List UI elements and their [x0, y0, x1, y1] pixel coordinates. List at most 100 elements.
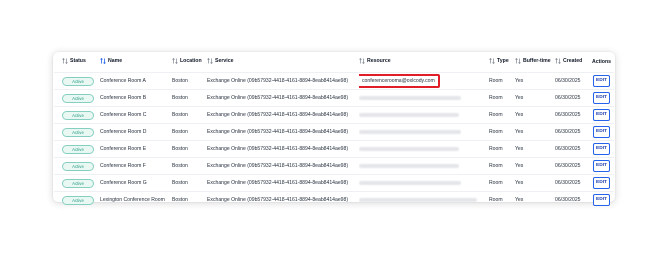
resource-email: conferencerooma@oxlcody.com — [362, 78, 435, 84]
status-badge: Active — [62, 144, 94, 154]
actions-header-label: Actions — [591, 59, 612, 65]
sort-icon[interactable] — [62, 58, 68, 64]
sort-icon[interactable] — [207, 58, 213, 64]
name-cell: Lexington Conference Room — [100, 191, 172, 208]
actions-cell: EDIT — [589, 157, 614, 175]
service-cell: Exchange Online (09b57932-4418-4161-8894… — [207, 89, 359, 107]
buffer-time-cell: Yes — [515, 106, 555, 124]
status-cell: Active — [54, 191, 100, 208]
location-cell: Boston — [172, 191, 207, 208]
resource-cell — [359, 89, 489, 107]
service-cell: Exchange Online (09b57932-4418-4161-8894… — [207, 106, 359, 124]
name-cell: Conference Room D — [100, 123, 172, 141]
name-cell: Conference Room A — [100, 72, 172, 90]
buffer-time-cell: Yes — [515, 72, 555, 90]
created-cell: 06/30/2025 — [555, 157, 589, 175]
actions-cell: EDIT — [589, 191, 614, 208]
resource-cell: conferencerooma@oxlcody.com — [359, 72, 489, 90]
column-header-service[interactable]: Service — [207, 52, 359, 73]
edit-button[interactable]: EDIT — [593, 75, 610, 87]
status-header-label: Status — [70, 58, 86, 64]
resources-table: Status Name Location Service Resource Ty… — [54, 52, 614, 208]
type-header-label: Type — [497, 58, 509, 64]
resource-header-label: Resource — [367, 58, 391, 64]
status-badge: Active — [62, 178, 94, 188]
buffer-time-cell: Yes — [515, 157, 555, 175]
table-row[interactable]: Active Conference Room C Boston Exchange… — [54, 106, 614, 124]
redacted-resource — [359, 197, 477, 202]
type-cell: Room — [489, 72, 515, 90]
buffer-time-cell: Yes — [515, 123, 555, 141]
resource-cell — [359, 174, 489, 192]
location-cell: Boston — [172, 174, 207, 192]
edit-button[interactable]: EDIT — [593, 143, 610, 155]
sort-icon[interactable] — [515, 58, 521, 64]
column-header-buffer-time[interactable]: Buffer-time — [515, 52, 555, 73]
location-cell: Boston — [172, 123, 207, 141]
actions-cell: EDIT — [589, 174, 614, 192]
redacted-resource — [359, 129, 461, 134]
table-row[interactable]: Active Conference Room E Boston Exchange… — [54, 140, 614, 158]
type-cell: Room — [489, 191, 515, 208]
service-cell: Exchange Online (09b57932-4418-4161-8894… — [207, 191, 359, 208]
table-row[interactable]: Active Conference Room D Boston Exchange… — [54, 123, 614, 141]
service-cell: Exchange Online (09b57932-4418-4161-8894… — [207, 157, 359, 175]
table-row[interactable]: Active Lexington Conference Room Boston … — [54, 191, 614, 208]
table-row[interactable]: Active Conference Room B Boston Exchange… — [54, 89, 614, 107]
location-cell: Boston — [172, 140, 207, 158]
sort-icon[interactable] — [555, 58, 561, 64]
sort-icon[interactable] — [172, 58, 178, 64]
created-cell: 06/30/2025 — [555, 123, 589, 141]
column-header-created[interactable]: Created — [555, 52, 589, 73]
actions-cell: EDIT — [589, 72, 614, 90]
status-badge: Active — [62, 93, 94, 103]
name-cell: Conference Room E — [100, 140, 172, 158]
sort-icon[interactable] — [489, 58, 495, 64]
actions-cell: EDIT — [589, 123, 614, 141]
column-header-resource[interactable]: Resource — [359, 52, 489, 73]
created-header-label: Created — [563, 58, 583, 64]
redacted-resource — [359, 112, 459, 117]
service-cell: Exchange Online (09b57932-4418-4161-8894… — [207, 140, 359, 158]
buffer-time-header-label: Buffer-time — [523, 58, 551, 64]
status-cell: Active — [54, 89, 100, 107]
column-header-name[interactable]: Name — [100, 52, 172, 73]
type-cell: Room — [489, 123, 515, 141]
resource-cell — [359, 123, 489, 141]
sort-ascending-icon[interactable] — [100, 58, 106, 64]
edit-button[interactable]: EDIT — [593, 177, 610, 189]
edit-button[interactable]: EDIT — [593, 194, 610, 206]
status-cell: Active — [54, 174, 100, 192]
column-header-location[interactable]: Location — [172, 52, 207, 73]
created-cell: 06/30/2025 — [555, 174, 589, 192]
redacted-resource — [359, 95, 461, 100]
redacted-resource — [359, 146, 459, 151]
actions-cell: EDIT — [589, 106, 614, 124]
created-cell: 06/30/2025 — [555, 191, 589, 208]
location-cell: Boston — [172, 89, 207, 107]
table-row[interactable]: Active Conference Room G Boston Exchange… — [54, 174, 614, 192]
name-cell: Conference Room G — [100, 174, 172, 192]
resource-highlight-box: conferencerooma@oxlcody.com — [359, 74, 440, 88]
service-cell: Exchange Online (09b57932-4418-4161-8894… — [207, 174, 359, 192]
type-cell: Room — [489, 174, 515, 192]
resources-table-card: Status Name Location Service Resource Ty… — [53, 52, 615, 208]
status-cell: Active — [54, 140, 100, 158]
edit-button[interactable]: EDIT — [593, 126, 610, 138]
name-cell: Conference Room B — [100, 89, 172, 107]
status-cell: Active — [54, 106, 100, 124]
status-badge: Active — [62, 127, 94, 137]
status-cell: Active — [54, 157, 100, 175]
table-row[interactable]: Active Conference Room F Boston Exchange… — [54, 157, 614, 175]
edit-button[interactable]: EDIT — [593, 92, 610, 104]
sort-icon[interactable] — [359, 58, 365, 64]
status-cell: Active — [54, 123, 100, 141]
buffer-time-cell: Yes — [515, 89, 555, 107]
column-header-type[interactable]: Type — [489, 52, 515, 73]
column-header-status[interactable]: Status — [54, 52, 100, 73]
edit-button[interactable]: EDIT — [593, 160, 610, 172]
name-header-label: Name — [108, 58, 123, 64]
edit-button[interactable]: EDIT — [593, 109, 610, 121]
table-row[interactable]: Active Conference Room A Boston Exchange… — [54, 72, 614, 90]
name-cell: Conference Room F — [100, 157, 172, 175]
